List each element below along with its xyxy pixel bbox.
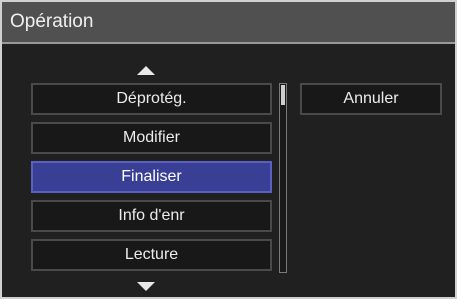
dialog-title: Opération xyxy=(2,2,455,44)
scrollbar-thumb[interactable] xyxy=(281,85,285,105)
scrollbar[interactable] xyxy=(279,83,287,273)
menu-item-lecture[interactable]: Lecture xyxy=(31,239,272,271)
menu-item-info-denr[interactable]: Info d'enr xyxy=(31,200,272,232)
cancel-button[interactable]: Annuler xyxy=(300,83,442,115)
menu-item-deproteg[interactable]: Déprotég. xyxy=(31,83,272,115)
operation-dialog: Opération Déprotég. Modifier Finaliser I… xyxy=(0,0,457,299)
scroll-up-icon[interactable] xyxy=(137,66,155,75)
scroll-down-icon[interactable] xyxy=(137,282,155,291)
menu-item-modifier[interactable]: Modifier xyxy=(31,122,272,154)
dialog-content: Déprotég. Modifier Finaliser Info d'enr … xyxy=(2,46,455,297)
menu-item-finaliser[interactable]: Finaliser xyxy=(31,161,272,193)
